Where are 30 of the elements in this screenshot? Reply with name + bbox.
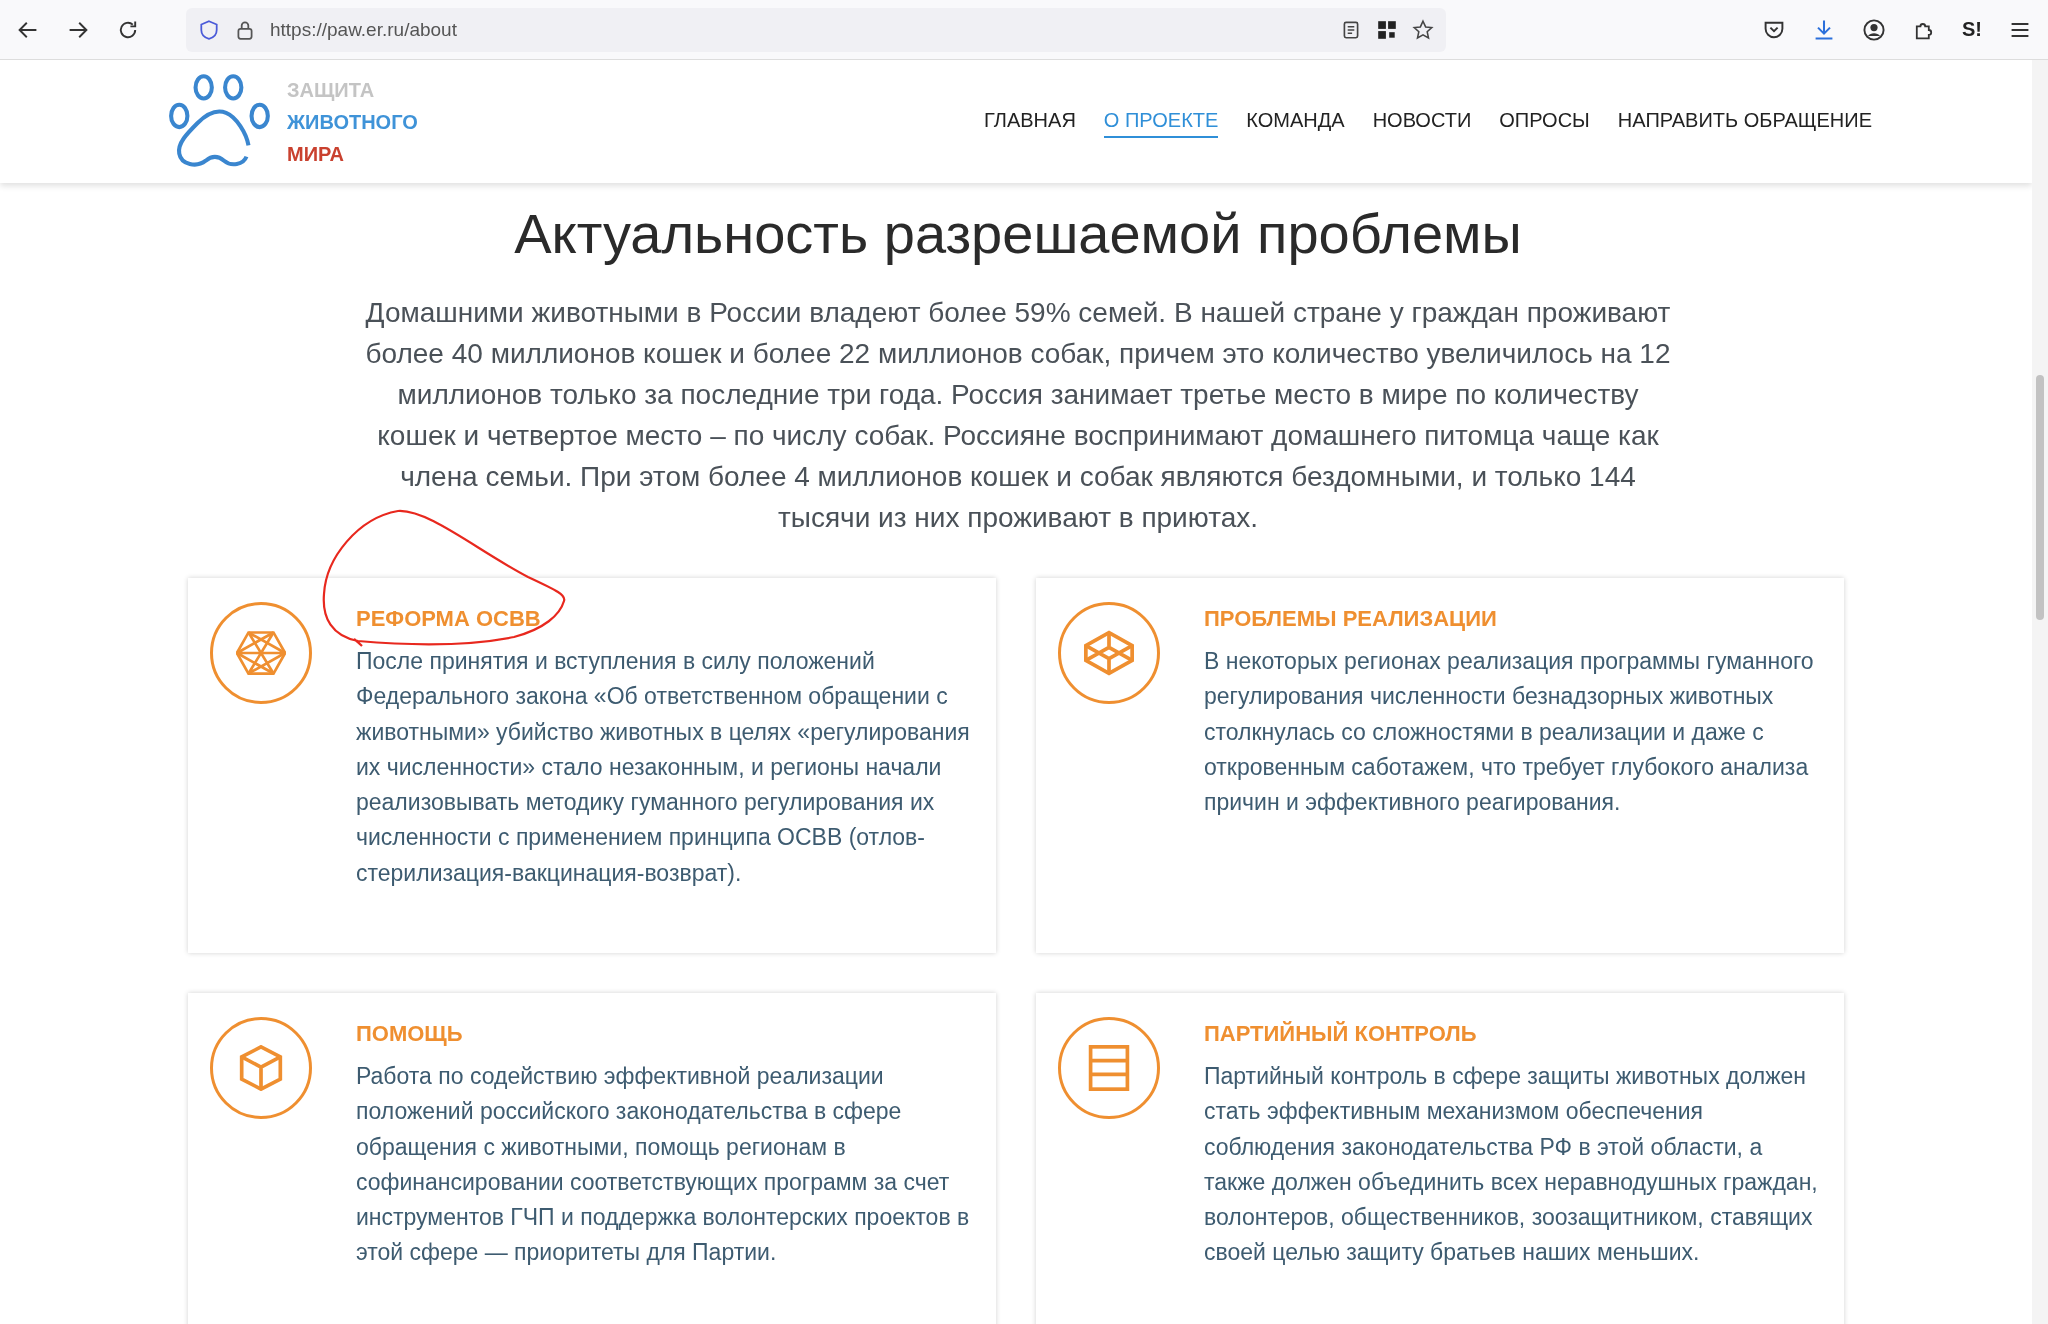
nav-link[interactable]: НОВОСТИ [1372,105,1472,138]
scrollbar[interactable] [2032,60,2048,1324]
logo-text: ЖИВОТНОГО [287,109,418,134]
extension-button[interactable]: S! [1962,18,1982,41]
nav-link[interactable]: ОПРОСЫ [1499,105,1590,138]
shield-icon[interactable] [198,18,220,41]
logo-text: МИРА [287,141,346,166]
intro-paragraph: Домашними животными в России владеют более 59% семей. В нашей стране у граждан проживают более 40 миллионов кошек и более 22 миллионов собак, причем это количество увеличилось на 12 миллионов только за последние три года. Россия занимает третье место в мире по количеству кошек и четвертое место – по числу собак. Россияне воспринимают домашнего питомца чаще как члена семьи. При этом более 4 миллионов кошек и собак являются бездомными, и только 144 тысячи из них проживают в приютах. [364,296,1672,535]
card-title: ПАРТИЙНЫЙ КОНТРОЛЬ [1204,1021,1478,1047]
nav-link[interactable]: ГЛАВНАЯ [984,105,1076,138]
card-text: Партийный контроль в сфере защиты животных должен стать эффективным механизмом обеспечения соблюдения законодательства РФ в этой области, а также должен объединить всех неравнодушных граждан, волонтеров, общественников, зоозащитником, ставящих своей целью защиту братьев наших меньших. [1204,1062,1819,1268]
url-text: https://paw.er.ru/about [270,18,457,41]
logo-text: ЗАЩИТА [287,77,376,102]
card-text: Работа по содействию эффективной реализации положений российского законодательства в сфере обращения с животными, помощь регионам в софинансировании соответствующих программ за счет инструментов ГЧП и поддержка волонтерских проектов в этой сфере — приоритеты для Партии. [356,1062,971,1268]
account-icon[interactable] [1862,17,1886,42]
nav-link[interactable]: НАПРАВИТЬ ОБРАЩЕНИЕ [1617,105,1872,138]
card-title: ПРОБЛЕМЫ РЕАЛИЗАЦИИ [1204,606,1498,632]
card-text: В некоторых регионах реализация программы гуманного регулирования численности безнадзорных животных столкнулась со сложностями в реализации и даже с откровенным саботажем, что требует глубокого анализа причин и эффективного реагирования. [1204,647,1815,818]
section-title: Актуальность разрешаемой проблемы [513,201,1523,266]
nav-link[interactable]: О ПРОЕКТЕ [1103,105,1219,138]
star-icon[interactable] [1412,18,1434,41]
wireframe-box-icon [1084,630,1134,676]
scrollbar-thumb[interactable] [2036,375,2044,620]
grid-icon[interactable] [1376,18,1398,41]
address-bar[interactable]: https://paw.er.ru/about [186,7,1446,52]
nav-link[interactable]: КОМАНДА [1246,105,1345,138]
card-title: РЕФОРМА ОСВВ [356,606,542,632]
hexagon-icon [236,630,286,676]
card-text: После принятия и вступления в силу положений Федерального закона «Об ответственном обращении с животными» убийство животных в целях «регулирования их численности» стало незаконным, и регионы начали реализовывать методику гуманного регулирования их численности с применением принципа ОСВВ (отлов-стерилизация-вакцинация-возврат). [356,647,971,888]
card-title: ПОМОЩЬ [356,1021,464,1047]
